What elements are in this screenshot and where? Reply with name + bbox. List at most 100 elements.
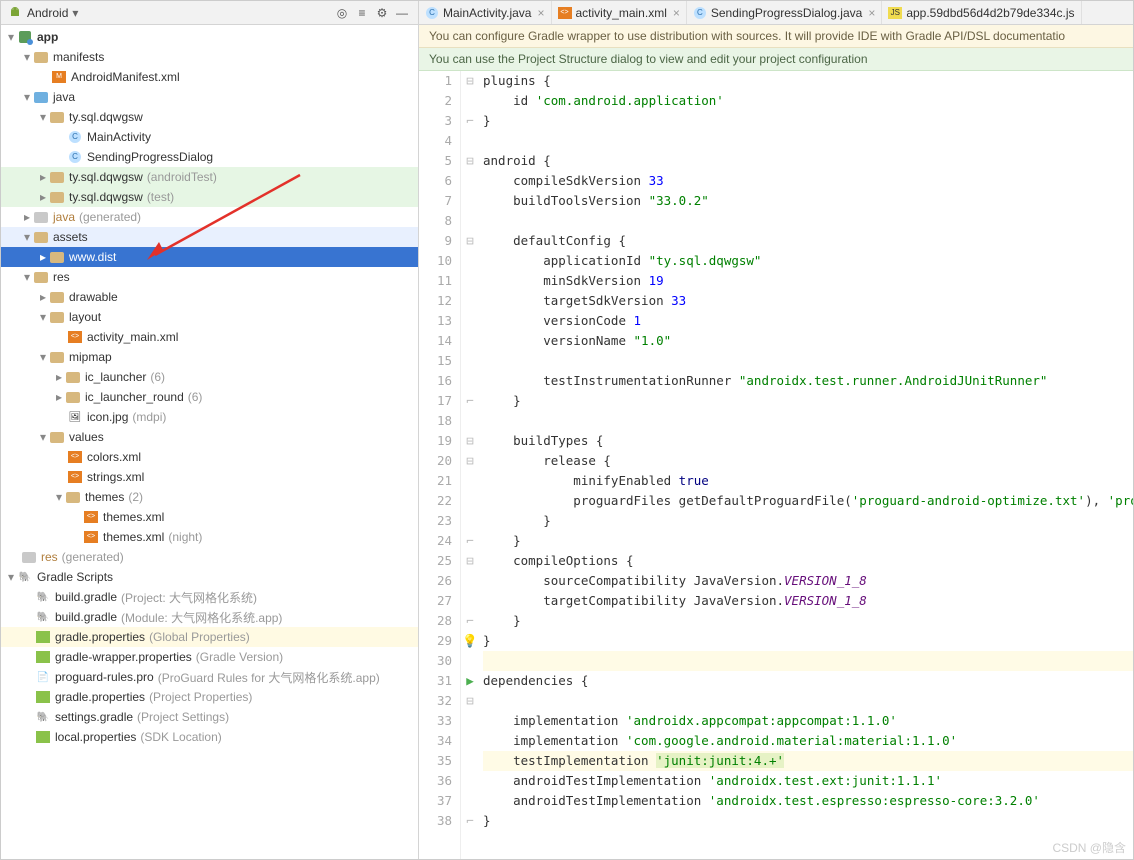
fold-toggle[interactable] [461,651,479,671]
fold-toggle[interactable]: 💡 [461,631,479,651]
fold-toggle[interactable] [461,171,479,191]
fold-toggle[interactable] [461,711,479,731]
fold-toggle[interactable]: ⌐ [461,531,479,551]
filter-icon[interactable]: ≡ [352,3,372,23]
fold-toggle[interactable] [461,351,479,371]
tree-gradle-properties-proj[interactable]: gradle.properties(Project Properties) [1,687,418,707]
collapse-icon[interactable]: — [392,3,412,23]
node-label: ic_launcher_round [85,390,184,404]
tree-themes-xml[interactable]: <>themes.xml [1,507,418,527]
tree-sending-dialog[interactable]: CSendingProgressDialog [1,147,418,167]
fold-toggle[interactable] [461,771,479,791]
fold-toggle[interactable] [461,791,479,811]
fold-toggle[interactable]: ⊟ [461,151,479,171]
close-icon[interactable]: × [537,6,544,20]
code-area[interactable]: plugins { id 'com.android.application'}a… [479,71,1133,859]
fold-toggle[interactable] [461,271,479,291]
tree-gradle-scripts[interactable]: ▾🐘Gradle Scripts [1,567,418,587]
tree-www-dist[interactable]: ▸www.dist [1,247,418,267]
close-icon[interactable]: × [868,6,875,20]
tree-gradle-properties-global[interactable]: gradle.properties(Global Properties) [1,627,418,647]
fold-gutter: ⊟⌐⊟⊟⌐⊟⊟⌐⊟⌐💡▶ ⊟⌐ [461,71,479,859]
fold-toggle[interactable]: ⊟ [461,551,479,571]
view-mode-dropdown-icon[interactable]: ▾ [72,6,78,20]
gear-icon[interactable]: ⚙ [372,3,392,23]
banner-project-structure[interactable]: You can use the Project Structure dialog… [419,48,1133,71]
fold-toggle[interactable] [461,471,479,491]
tree-app[interactable]: ▾app [1,27,418,47]
editor-tabs: CMainActivity.java×<>activity_main.xml×C… [419,1,1133,25]
tree-ic-launcher[interactable]: ▸ic_launcher(6) [1,367,418,387]
fold-toggle[interactable]: ⊟ [461,431,479,451]
tree-gradle-wrapper-properties[interactable]: gradle-wrapper.properties(Gradle Version… [1,647,418,667]
line-gutter: 1234567891011121314151617181920212223242… [419,71,461,859]
tree-res[interactable]: ▾res [1,267,418,287]
fold-toggle[interactable] [461,371,479,391]
tree-assets[interactable]: ▾assets [1,227,418,247]
editor-tab[interactable]: JSapp.59dbd56d4d2b79de334c.js [882,1,1081,24]
fold-toggle[interactable] [461,511,479,531]
fold-toggle[interactable] [461,411,479,431]
fold-toggle[interactable] [461,731,479,751]
node-label: colors.xml [87,450,141,464]
tree-strings-xml[interactable]: <>strings.xml [1,467,418,487]
tree-values[interactable]: ▾values [1,427,418,447]
fold-toggle[interactable] [461,571,479,591]
tab-label: app.59dbd56d4d2b79de334c.js [906,6,1074,20]
tree-local-properties[interactable]: local.properties(SDK Location) [1,727,418,747]
editor-tab[interactable]: <>activity_main.xml× [552,1,687,24]
fold-toggle[interactable] [461,591,479,611]
node-hint: (Project: 大气网格化系统) [121,589,257,606]
close-icon[interactable]: × [673,6,680,20]
fold-toggle[interactable]: ⌐ [461,111,479,131]
fold-toggle[interactable] [461,251,479,271]
editor-tab[interactable]: CSendingProgressDialog.java× [687,1,882,24]
fold-toggle[interactable]: ▶ ⊟ [461,671,479,691]
fold-toggle[interactable]: ⊟ [461,231,479,251]
tree-pkg-androidtest[interactable]: ▸ty.sql.dqwgsw(androidTest) [1,167,418,187]
fold-toggle[interactable] [461,91,479,111]
tree-java[interactable]: ▾java [1,87,418,107]
fold-toggle[interactable] [461,331,479,351]
banner-gradle-sources[interactable]: You can configure Gradle wrapper to use … [419,25,1133,48]
fold-toggle[interactable] [461,751,479,771]
tree-activity-main-xml[interactable]: <>activity_main.xml [1,327,418,347]
tree-layout[interactable]: ▾layout [1,307,418,327]
tree-drawable[interactable]: ▸drawable [1,287,418,307]
tree-build-gradle-mod[interactable]: 🐘build.gradle(Module: 大气网格化系统.app) [1,607,418,627]
editor-tab[interactable]: CMainActivity.java× [419,1,552,24]
fold-toggle[interactable] [461,191,479,211]
tree-ic-launcher-round[interactable]: ▸ic_launcher_round(6) [1,387,418,407]
tree-main-activity[interactable]: CMainActivity [1,127,418,147]
tree-icon-jpg[interactable]: 🖼icon.jpg(mdpi) [1,407,418,427]
tree-mipmap[interactable]: ▾mipmap [1,347,418,367]
tree-manifest-file[interactable]: MAndroidManifest.xml [1,67,418,87]
tree-themes-night-xml[interactable]: <>themes.xml(night) [1,527,418,547]
tab-label: MainActivity.java [443,6,531,20]
fold-toggle[interactable]: ⊟ [461,71,479,91]
tree-colors-xml[interactable]: <>colors.xml [1,447,418,467]
fold-toggle[interactable]: ⊟ [461,451,479,471]
tree-proguard-rules[interactable]: 📄proguard-rules.pro(ProGuard Rules for 大… [1,667,418,687]
fold-toggle[interactable] [461,211,479,231]
tree-build-gradle-proj[interactable]: 🐘build.gradle(Project: 大气网格化系统) [1,587,418,607]
tree-java-gen[interactable]: ▸java(generated) [1,207,418,227]
tree-themes[interactable]: ▾themes(2) [1,487,418,507]
fold-toggle[interactable] [461,491,479,511]
tree-manifests[interactable]: ▾manifests [1,47,418,67]
fold-toggle[interactable] [461,291,479,311]
tree-res-gen[interactable]: res(generated) [1,547,418,567]
fold-toggle[interactable]: ⌐ [461,611,479,631]
code-editor[interactable]: 1234567891011121314151617181920212223242… [419,71,1133,859]
node-label: AndroidManifest.xml [71,70,180,84]
tree-pkg-main[interactable]: ▾ty.sql.dqwgsw [1,107,418,127]
view-mode-label[interactable]: Android [27,6,68,20]
fold-toggle[interactable]: ⌐ [461,811,479,831]
file-icon: C [693,7,707,19]
fold-toggle[interactable] [461,311,479,331]
target-icon[interactable]: ◎ [332,3,352,23]
fold-toggle[interactable] [461,131,479,151]
fold-toggle[interactable]: ⌐ [461,391,479,411]
tree-pkg-test[interactable]: ▸ty.sql.dqwgsw(test) [1,187,418,207]
tree-settings-gradle[interactable]: 🐘settings.gradle(Project Settings) [1,707,418,727]
